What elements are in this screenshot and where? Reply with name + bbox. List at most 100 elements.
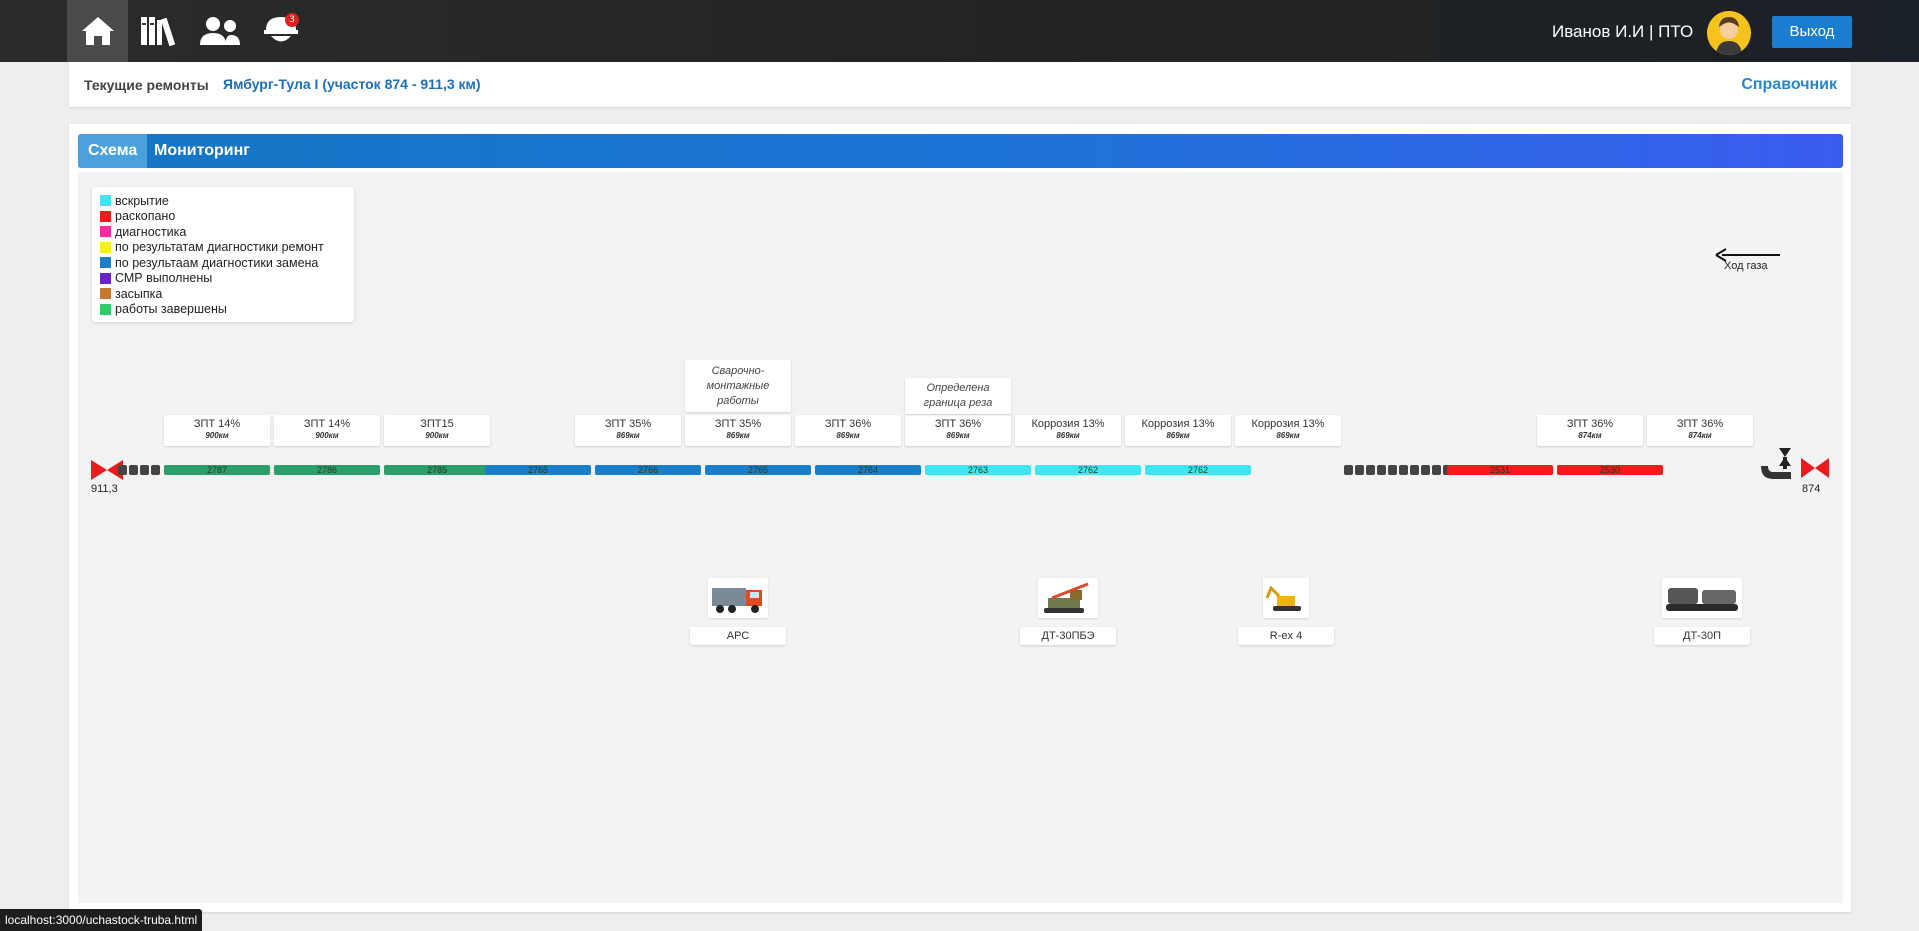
segment-label: ЗПТ 35%	[604, 418, 652, 430]
segment-label-card[interactable]: ЗПТ 35% 869км	[575, 415, 681, 446]
logout-button[interactable]: Выход	[1772, 16, 1852, 48]
segment-label-card[interactable]: ЗПТ15 900км	[384, 415, 490, 446]
legend: вскрытие раскопано диагностика по резуль…	[92, 187, 354, 322]
work-note: Сварочно-монтажные работы	[685, 360, 791, 412]
legend-item: СМР выполнены	[100, 271, 346, 287]
nav-users-button[interactable]	[189, 0, 250, 62]
legend-label: работы завершены	[115, 302, 227, 317]
user-name: Иванов И.И | ПТО	[1552, 22, 1694, 41]
legend-swatch	[100, 303, 111, 315]
segment-km: 869км	[1276, 431, 1300, 440]
truck-icon[interactable]	[708, 578, 768, 618]
valve-end-icon	[1761, 448, 1829, 479]
avatar[interactable]	[1707, 11, 1751, 55]
segment-km: 900км	[425, 431, 449, 440]
pipe-segment[interactable]: 2531	[1447, 465, 1553, 475]
legend-item: работы завершены	[100, 302, 346, 318]
tracked-vehicle-icon[interactable]	[1662, 578, 1742, 618]
segment-label-card[interactable]: Коррозия 13% 869км	[1015, 415, 1121, 446]
legend-item: по результаам диагностики замена	[100, 255, 346, 271]
segment-label-card[interactable]: Коррозия 13% 869км	[1235, 415, 1341, 446]
pipe-dash	[1366, 465, 1375, 475]
pipe-segment[interactable]: 2766	[595, 465, 701, 475]
segment-label-card[interactable]: ЗПТ 36% 874км	[1537, 415, 1643, 446]
legend-swatch	[100, 272, 111, 284]
pipe-dash	[1355, 465, 1364, 475]
pipe-segment[interactable]: 2765	[485, 465, 591, 475]
equipment-label[interactable]: R-ex 4	[1238, 627, 1334, 645]
pipe-segment[interactable]: 2762	[1145, 465, 1251, 475]
pipe-dash	[129, 465, 138, 475]
segment-label: ЗПТ15	[420, 418, 454, 430]
segment-km: 874км	[1578, 431, 1602, 440]
breadcrumb-section-link[interactable]: Ямбург-Тула I (участок 874 - 911,3 км)	[223, 76, 481, 92]
pipe-segment[interactable]: 2764	[815, 465, 921, 475]
equipment-label[interactable]: ДТ-30П	[1654, 627, 1750, 645]
segment-km: 869км	[836, 431, 860, 440]
notification-badge: 3	[285, 13, 299, 27]
nav-home-button[interactable]	[67, 0, 128, 62]
segment-label: Коррозия 13%	[1031, 418, 1105, 430]
pipe-dash	[118, 465, 127, 475]
pipe-segment[interactable]: 2765	[705, 465, 811, 475]
segment-label-card[interactable]: ЗПТ 36% 869км	[795, 415, 901, 446]
equipment-label[interactable]: ДТ-30ПБЭ	[1020, 627, 1116, 645]
segment-label-card[interactable]: ЗПТ 36% 869км	[905, 415, 1011, 446]
equipment-label[interactable]: АРС	[690, 627, 786, 645]
nav-workers-button[interactable]: 3	[250, 0, 311, 62]
pipe-dash	[1399, 465, 1408, 475]
legend-label: раскопано	[115, 209, 176, 224]
segment-label-card[interactable]: ЗПТ 36% 874км	[1647, 415, 1753, 446]
legend-item: вскрытие	[100, 193, 346, 209]
pipe-segment[interactable]: 2763	[925, 465, 1031, 475]
tab-scheme[interactable]: Схема	[78, 134, 148, 168]
segment-km: 869км	[1166, 431, 1190, 440]
breadcrumb-label: Текущие ремонты	[84, 77, 209, 93]
legend-swatch	[100, 210, 111, 222]
main-panel: Схема Мониторинг вскрытие раскопано диаг…	[69, 124, 1851, 912]
segment-label-card[interactable]: ЗПТ 35% 869км	[685, 415, 791, 446]
pipe-segment[interactable]: 2787	[164, 465, 270, 475]
km-end-label: 874	[1802, 483, 1821, 495]
gas-direction-label: Ход газа	[1724, 260, 1768, 272]
segment-km: 900км	[205, 431, 229, 440]
legend-item: раскопано	[100, 209, 346, 225]
pipelayer-icon[interactable]	[1038, 578, 1098, 618]
legend-swatch	[100, 195, 111, 207]
tab-monitoring[interactable]: Мониторинг	[144, 134, 260, 168]
segment-label-card[interactable]: ЗПТ 14% 900км	[274, 415, 380, 446]
pipe-dash	[140, 465, 149, 475]
legend-item: по результатам диагностики ремонт	[100, 240, 346, 256]
reference-link[interactable]: Справочник	[1741, 76, 1837, 94]
segment-label: Коррозия 13%	[1141, 418, 1215, 430]
legend-label: по результатам диагностики ремонт	[115, 240, 324, 255]
pipe-segment[interactable]: 2530	[1557, 465, 1663, 475]
segment-km: 869км	[726, 431, 750, 440]
pipe-segment[interactable]: 2786	[274, 465, 380, 475]
legend-label: диагностика	[115, 224, 187, 239]
pipe-segment[interactable]: 2762	[1035, 465, 1141, 475]
legend-label: засыпка	[115, 286, 163, 301]
segment-label: ЗПТ 36%	[1676, 418, 1724, 430]
nav-library-button[interactable]	[128, 0, 189, 62]
legend-swatch	[100, 257, 111, 269]
segment-label: Коррозия 13%	[1251, 418, 1325, 430]
library-icon	[140, 15, 178, 47]
pipe-dash	[1388, 465, 1397, 475]
pipe-dash	[1344, 465, 1353, 475]
breadcrumb: Текущие ремонты Ямбург-Тула I (участок 8…	[69, 62, 1851, 107]
excavator-icon[interactable]	[1263, 578, 1309, 618]
users-icon	[198, 16, 242, 46]
pipe-segment[interactable]: 2785	[384, 465, 490, 475]
pipe-dash	[1432, 465, 1441, 475]
segment-label-card[interactable]: Коррозия 13% 869км	[1125, 415, 1231, 446]
segment-label-card[interactable]: ЗПТ 14% 900км	[164, 415, 270, 446]
tab-bar: Схема Мониторинг	[78, 134, 1843, 168]
legend-swatch	[100, 241, 111, 253]
segment-label: ЗПТ 36%	[934, 418, 982, 430]
segment-km: 874км	[1688, 431, 1712, 440]
segment-km: 869км	[1056, 431, 1080, 440]
status-url: localhost:3000/uchastock-truba.html	[0, 909, 203, 931]
pipe-dash	[151, 465, 160, 475]
legend-item: диагностика	[100, 224, 346, 240]
